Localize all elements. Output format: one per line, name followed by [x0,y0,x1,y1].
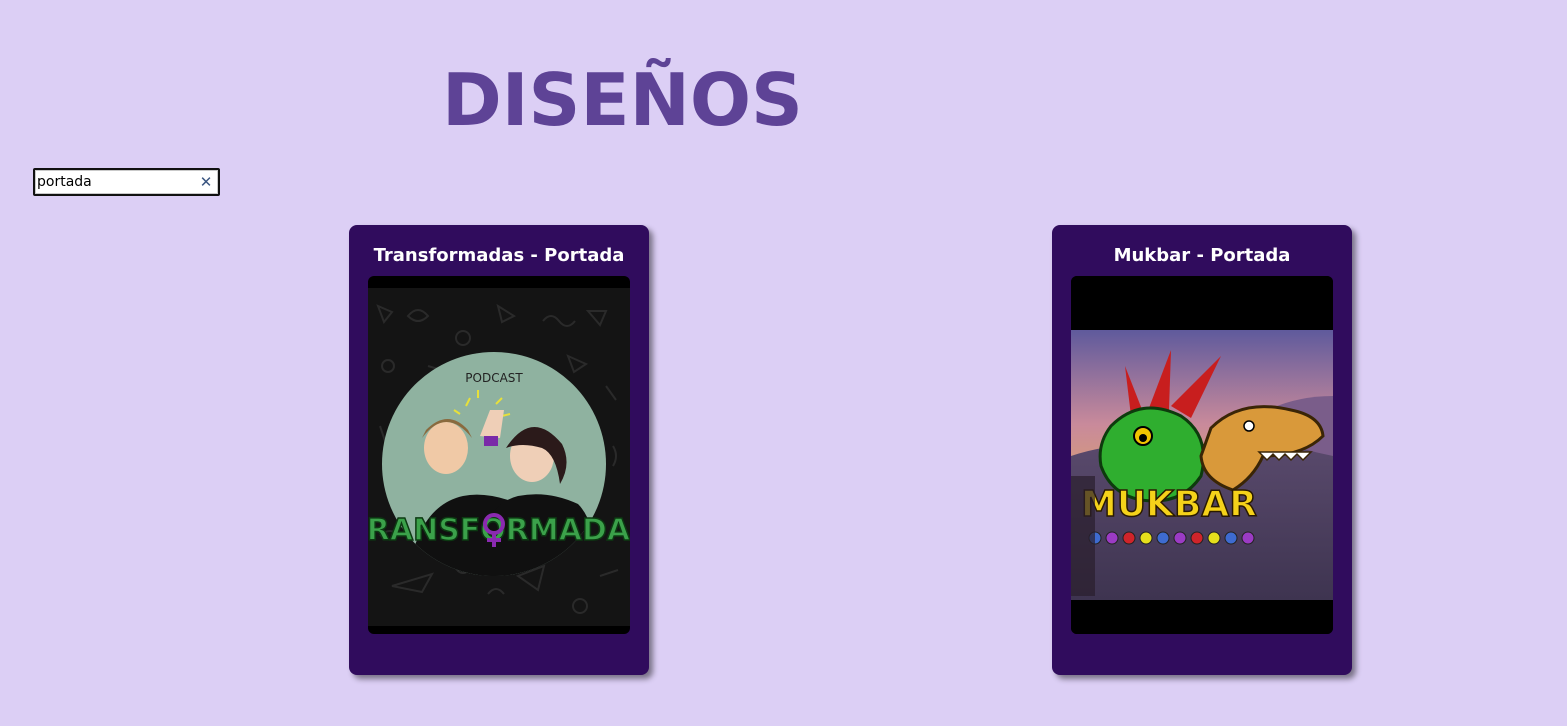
design-card-transformadas[interactable]: Transformadas - Portada PODCAST RANSFORM… [349,225,649,675]
mukbar-logo-text: MUKBAR [1081,484,1257,525]
close-icon[interactable]: ✕ [197,173,215,191]
card-title: Mukbar - Portada [1113,245,1291,266]
search-box: ✕ [33,168,220,196]
design-card-mukbar[interactable]: Mukbar - Portada MUKBAR [1052,225,1352,675]
transformadas-cover: PODCAST TRANSFORMADAS [368,288,630,626]
page-title: DISEÑOS [442,58,803,142]
podcast-label: PODCAST [465,371,523,385]
card-title: Transformadas - Portada [373,245,625,266]
search-input[interactable] [37,172,197,192]
card-image-mukbar[interactable]: MUKBAR [1071,276,1333,634]
page: DISEÑOS ✕ Transformadas - Portada [0,0,1567,726]
card-image-transformadas[interactable]: PODCAST TRANSFORMADAS [368,276,630,634]
mukbar-cover: MUKBAR [1071,276,1333,634]
